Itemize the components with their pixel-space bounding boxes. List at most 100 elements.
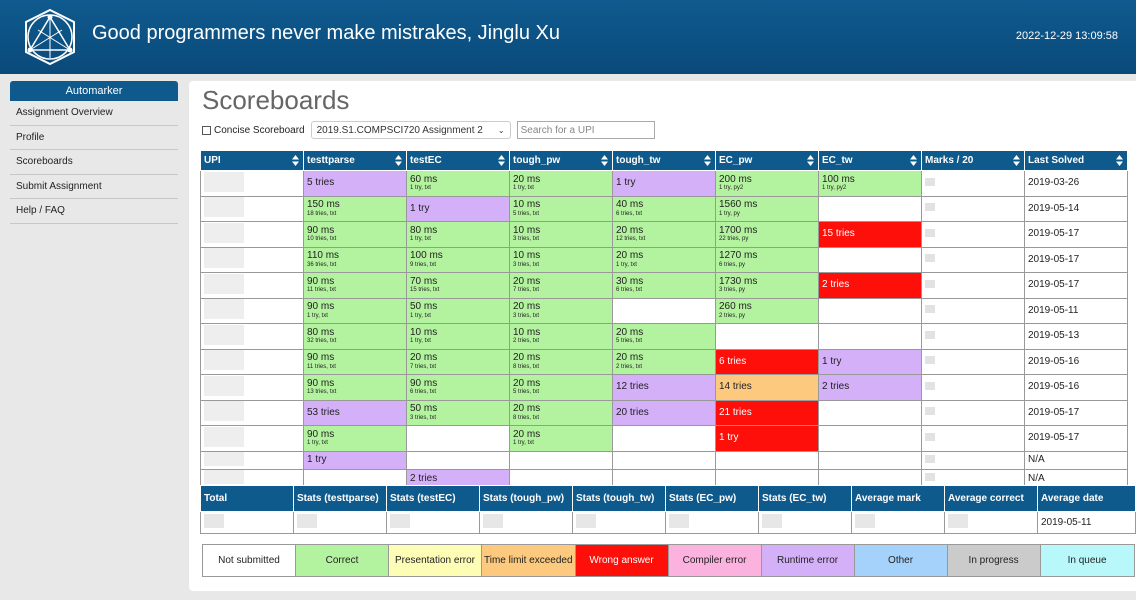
redacted-block [204,171,244,192]
marks-cell-redacted [921,221,1025,248]
last-solved-cell: 2019-03-26 [1024,170,1128,197]
sort-icon[interactable]: ▲ [704,155,711,166]
result-detail: 18 tries, txt [307,210,337,217]
column-header[interactable]: EC_tw ▲ [818,150,922,171]
marks-cell-redacted [921,348,1025,375]
result-detail: 32 tries, txt [307,338,337,345]
result-cell: 20 ms 8 tries, txt [509,399,613,426]
result-value: 20 ms [513,352,541,364]
result-cell [818,323,922,350]
table-row: 80 ms 32 tries, txt 10 ms 1 try, txt 10 ms 2 … [200,323,1128,350]
result-cell [715,323,819,350]
assignment-select[interactable]: 2019.S1.COMPSCI720 Assignment 2 ⌄ [310,121,511,139]
upi-cell-redacted [200,374,304,401]
result-detail: 1 try, txt [307,312,328,319]
result-cell [818,297,922,324]
result-detail: 3 tries, txt [410,414,437,421]
result-cell: 10 ms 5 tries, txt [509,195,613,222]
last-solved-cell: 2019-05-17 [1024,425,1128,452]
concise-scoreboard-checkbox[interactable] [202,125,211,135]
result-value: 20 ms [513,428,541,440]
sidebar-item-help-faq[interactable]: Help / FAQ [10,199,178,224]
result-cell: 1 try [612,170,716,197]
result-detail: 1 try, py2 [822,185,847,192]
column-header[interactable]: tough_tw ▲ [612,150,716,171]
result-detail: 8 tries, txt [513,363,540,370]
column-header[interactable]: testEC ▲ [406,150,510,171]
result-cell: 50 ms 1 try, txt [406,297,510,324]
result-cell: 20 ms 3 tries, txt [509,297,613,324]
column-header[interactable]: testtparse ▲ [303,150,407,171]
table-row: 1 try N/A [200,450,1128,470]
result-detail: 11 tries, txt [307,287,336,294]
result-cell [612,450,716,470]
result-value: 10 ms [513,224,541,236]
sort-icon[interactable]: ▲ [395,155,402,166]
upi-cell-redacted [200,297,304,324]
concise-scoreboard-label: Concise Scoreboard [214,124,305,136]
automarker-logo-icon [25,8,75,66]
result-value: 90 ms [307,224,335,236]
redacted-block [925,254,935,262]
result-cell: 1700 ms 22 tries, py [715,221,819,248]
sidebar-item-scoreboards[interactable]: Scoreboards [10,150,178,175]
last-solved-cell: 2019-05-17 [1024,272,1128,299]
result-value: 20 tries [616,406,649,418]
result-cell [715,450,819,470]
result-cell: 1 try [303,450,407,470]
result-value: 110 ms [307,250,340,262]
stats-column-header: Average mark [851,485,945,512]
sort-icon[interactable]: ▲ [601,155,608,166]
result-cell: 53 tries [303,399,407,426]
column-header[interactable]: Marks / 20 ▲ [921,150,1025,171]
sort-icon[interactable]: ▲ [807,155,814,166]
page-title: Scoreboards [202,85,350,115]
sidebar-item-submit-assignment[interactable]: Submit Assignment [10,174,178,199]
result-value: 1 try [307,454,327,465]
result-value: 90 ms [307,275,335,287]
table-row: 90 ms 10 tries, txt 80 ms 1 try, txt 10 ms 3 … [200,221,1128,248]
result-cell: 20 ms 7 tries, txt [406,348,510,375]
legend-item: Other [853,544,948,577]
last-solved-cell: 2019-05-14 [1024,195,1128,222]
result-value: 100 ms [410,250,443,262]
upi-cell-redacted [200,195,304,222]
sidebar-item-profile[interactable]: Profile [10,125,178,150]
column-header-label: Last Solved [1028,155,1085,166]
redacted-block [925,203,935,211]
result-detail: 3 tries, txt [513,261,540,268]
result-value: 2 tries [822,279,850,290]
sort-icon[interactable]: ▲ [910,155,917,166]
result-cell: 5 tries [303,170,407,197]
result-cell: 70 ms 15 tries, txt [406,272,510,299]
sort-icon[interactable]: ▲ [1013,155,1020,166]
sort-icon[interactable]: ▲ [498,155,505,166]
upi-cell-redacted [200,272,304,299]
sort-icon[interactable]: ▲ [292,155,299,166]
result-cell: 90 ms 11 tries, txt [303,348,407,375]
column-header[interactable]: tough_pw ▲ [509,150,613,171]
sort-icon[interactable]: ▲ [1116,155,1123,166]
top-header: Good programmers never make mistrakes, J… [0,0,1136,74]
result-detail: 36 tries, txt [307,261,337,268]
result-value: 150 ms [307,199,340,211]
sidebar-item-assignment-overview[interactable]: Assignment Overview [10,101,178,126]
result-cell: 10 ms 3 tries, txt [509,221,613,248]
column-header[interactable]: UPI ▲ [200,150,304,171]
result-detail: 3 tries, txt [513,236,540,243]
result-cell: 14 tries [715,374,819,401]
redacted-block [855,514,875,528]
stats-column-header: Average correct [944,485,1038,512]
upi-search-input[interactable] [516,121,655,139]
sidebar-heading[interactable]: Automarker [10,81,178,101]
column-header[interactable]: Last Solved ▲ [1024,150,1128,171]
legend-item: Correct [295,544,389,577]
column-header-label: EC_pw [719,155,753,166]
result-cell: 1730 ms 3 tries, py [715,272,819,299]
redacted-block [204,324,244,345]
result-cell: 10 ms 2 tries, txt [509,323,613,350]
result-cell: 15 tries [818,221,922,248]
last-solved-cell: 2019-05-16 [1024,374,1128,401]
column-header[interactable]: EC_pw ▲ [715,150,819,171]
stats-column-header: Stats (tough_tw) [572,485,666,512]
